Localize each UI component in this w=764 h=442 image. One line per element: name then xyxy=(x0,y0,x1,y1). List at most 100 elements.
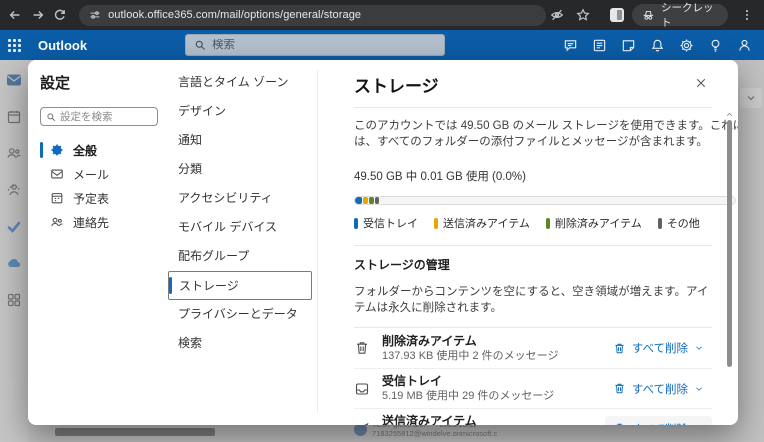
onedrive-module-icon xyxy=(6,255,22,271)
storage-page-title: ストレージ xyxy=(354,72,439,97)
legend-item: その他 xyxy=(658,215,700,231)
settings-nav-label: 予定表 xyxy=(73,190,109,207)
gear-icon xyxy=(50,143,64,157)
settings-search-box[interactable] xyxy=(40,107,158,126)
screen: outlook.office365.com/mail/options/gener… xyxy=(0,0,764,442)
site-settings-icon xyxy=(89,9,101,21)
delete-all-button[interactable]: すべて削除 xyxy=(605,416,712,426)
settings-dialog: 設定 全般 メール 予定表 xyxy=(28,60,738,425)
tips-lightbulb-icon[interactable] xyxy=(708,38,723,53)
notes-icon[interactable] xyxy=(621,38,636,53)
notifications-bell-icon[interactable] xyxy=(650,38,665,53)
incognito-badge: シークレット xyxy=(632,4,728,26)
legend-color-mark xyxy=(354,218,358,229)
forward-button[interactable] xyxy=(26,3,48,27)
calendar-icon xyxy=(50,191,64,205)
outlook-header: Outlook xyxy=(0,30,764,60)
folder-detail: 5.19 MB 使用中 29 件のメッセージ xyxy=(382,390,554,403)
settings-gear-icon[interactable] xyxy=(679,38,694,53)
storage-management-desc: フォルダーからコンテンツを空にすると、空き領域が増えます。アイテムは永久に削除さ… xyxy=(354,283,712,315)
usage-bar-segment xyxy=(355,197,362,204)
bookmark-button[interactable] xyxy=(572,3,594,27)
category-accessibility[interactable]: アクセシビリティ xyxy=(168,184,318,213)
settings-nav-calendar[interactable]: 予定表 xyxy=(40,186,168,210)
settings-nav-mail[interactable]: メール xyxy=(40,162,168,186)
close-dialog-button[interactable] xyxy=(690,72,712,94)
storage-usage-bar xyxy=(354,196,736,205)
background-toolbar-stub xyxy=(55,428,215,436)
trash-icon xyxy=(613,342,626,355)
background-email-address: 7183255812@windelve.onmicrosoft.c xyxy=(372,429,702,438)
delete-all-label: すべて削除 xyxy=(632,340,688,356)
divider xyxy=(354,107,712,108)
address-bar[interactable]: outlook.office365.com/mail/options/gener… xyxy=(79,5,546,26)
chevron-down-icon xyxy=(745,92,757,104)
folder-row-inbox: 受信トレイ 5.19 MB 使用中 29 件のメッセージ すべて削除 xyxy=(354,368,712,408)
delete-all-label: すべて削除 xyxy=(632,381,688,397)
header-search-box[interactable] xyxy=(185,34,445,56)
chevron-down-icon xyxy=(694,424,704,426)
storage-management-title: ストレージの管理 xyxy=(354,256,712,273)
storage-usage-line: 49.50 GB 中 0.01 GB 使用 (0.0%) xyxy=(354,168,712,184)
settings-nav-general[interactable]: 全般 xyxy=(40,138,168,162)
reload-icon xyxy=(53,8,67,22)
category-distribution-groups[interactable]: 配布グループ xyxy=(168,242,318,271)
delete-all-button[interactable]: すべて削除 xyxy=(605,376,712,402)
category-appearance[interactable]: デザイン xyxy=(168,97,318,126)
browser-menu-button[interactable] xyxy=(736,3,758,27)
category-language-timezone[interactable]: 言語とタイム ゾーン xyxy=(168,68,318,97)
mail-module-icon xyxy=(6,72,22,88)
eye-off-icon xyxy=(550,8,564,22)
settings-nav-panel: 設定 全般 メール 予定表 xyxy=(28,60,168,425)
usage-bar-segment xyxy=(369,197,374,204)
storage-intro-text: このアカウントでは 49.50 GB のメール ストレージを使用できます。これに… xyxy=(354,118,738,150)
storage-panel: ストレージ このアカウントでは 49.50 GB のメール ストレージを使用でき… xyxy=(326,60,738,425)
back-arrow-icon xyxy=(8,8,22,22)
star-icon xyxy=(576,8,590,22)
settings-nav-contacts[interactable]: 連絡先 xyxy=(40,210,168,234)
back-button[interactable] xyxy=(4,3,26,27)
envelope-icon xyxy=(50,167,64,181)
app-launcher-button[interactable] xyxy=(0,30,28,60)
category-categories[interactable]: 分類 xyxy=(168,155,318,184)
category-mobile-devices[interactable]: モバイル デバイス xyxy=(168,213,318,242)
legend-color-mark xyxy=(434,218,438,229)
category-storage[interactable]: ストレージ xyxy=(168,271,312,300)
send-icon xyxy=(354,421,370,426)
legend-item: 送信済みアイテム xyxy=(434,215,530,231)
office-apps-icon[interactable] xyxy=(592,38,607,53)
legend-label: 送信済みアイテム xyxy=(443,215,530,231)
folder-row-sent-items: 送信済みアイテム 335.88 KB 使用中 9 件のメッセージ すべて削除 xyxy=(354,408,712,425)
scrollbar-thumb[interactable] xyxy=(727,120,732,367)
delete-all-button[interactable]: すべて削除 xyxy=(605,335,712,361)
header-search-input[interactable] xyxy=(212,39,436,51)
storage-legend: 受信トレイ 送信済みアイテム 削除済みアイテム その他 xyxy=(354,215,712,231)
todo-module-icon xyxy=(6,219,22,235)
legend-label: 受信トレイ xyxy=(363,215,418,231)
sidebar-toggle-button[interactable] xyxy=(610,8,625,22)
category-privacy-data[interactable]: プライバシーとデータ xyxy=(168,300,318,329)
account-person-icon[interactable] xyxy=(737,38,752,53)
legend-label: その他 xyxy=(667,215,700,231)
category-search[interactable]: 検索 xyxy=(168,329,318,358)
settings-search-input[interactable] xyxy=(60,111,152,123)
panel-scrollbar[interactable] xyxy=(727,112,732,422)
chat-icon[interactable] xyxy=(563,38,578,53)
category-list-panel: 言語とタイム ゾーン デザイン 通知 分類 アクセシビリティ モバイル デバイス… xyxy=(168,60,318,425)
reload-button[interactable] xyxy=(49,3,71,27)
scroll-up-arrow-icon[interactable] xyxy=(725,106,734,115)
groups-module-icon xyxy=(6,182,22,198)
legend-color-mark xyxy=(546,218,550,229)
incognito-spy-icon xyxy=(642,8,655,22)
settings-nav-label: メール xyxy=(73,166,109,183)
trash-icon xyxy=(354,340,370,356)
url-text: outlook.office365.com/mail/options/gener… xyxy=(108,9,361,21)
tracking-prevention-button[interactable] xyxy=(546,3,568,27)
delete-all-label: すべて削除 xyxy=(632,421,688,426)
background-dropdown-stub xyxy=(740,88,762,108)
folder-detail: 137.93 KB 使用中 2 件のメッセージ xyxy=(382,350,558,363)
settings-title: 設定 xyxy=(40,72,168,93)
folder-list: 削除済みアイテム 137.93 KB 使用中 2 件のメッセージ すべて削除 受… xyxy=(354,328,712,425)
category-notifications[interactable]: 通知 xyxy=(168,126,318,155)
usage-bar-segment xyxy=(375,197,379,204)
